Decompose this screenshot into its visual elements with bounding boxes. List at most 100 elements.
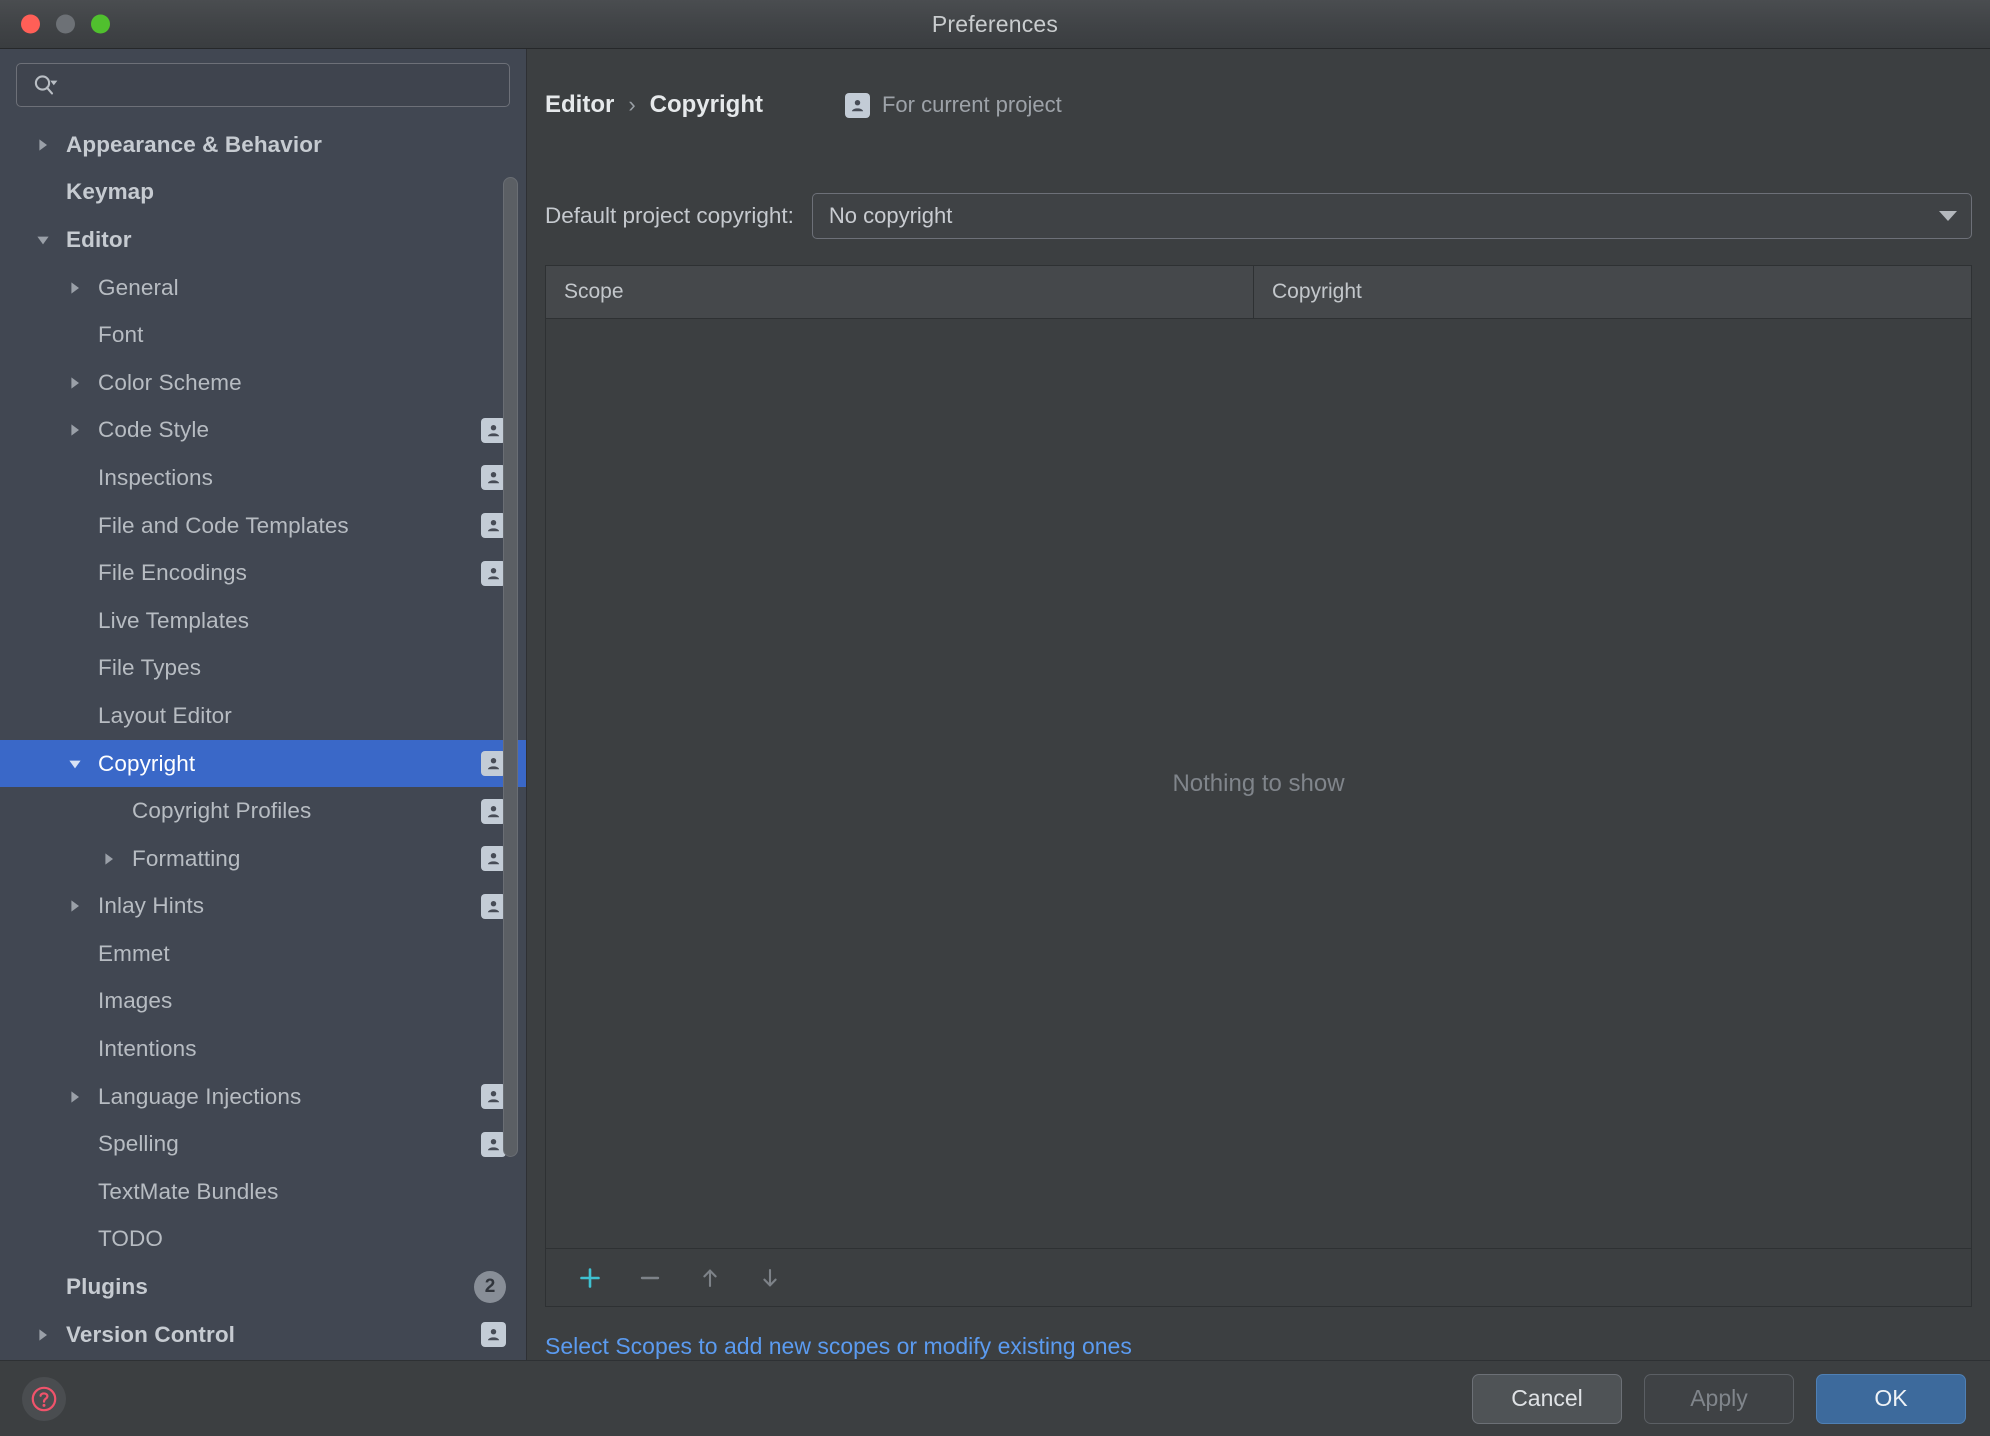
person-badge-icon bbox=[481, 513, 506, 538]
help-button[interactable] bbox=[22, 1377, 66, 1421]
sidebar-item-font[interactable]: Font bbox=[0, 311, 526, 359]
sidebar-item-color-scheme[interactable]: Color Scheme bbox=[0, 359, 526, 407]
sidebar-item-label: Appearance & Behavior bbox=[66, 132, 322, 158]
chevron-right-icon[interactable] bbox=[62, 1089, 88, 1105]
sidebar-item-label: Intentions bbox=[98, 1036, 197, 1062]
sidebar-item-version-control[interactable]: Version Control bbox=[0, 1311, 526, 1359]
sidebar-item-todo[interactable]: TODO bbox=[0, 1216, 526, 1264]
sidebar-item-emmet[interactable]: Emmet bbox=[0, 930, 526, 978]
sidebar-item-plugins[interactable]: Plugins2 bbox=[0, 1263, 526, 1311]
column-header-scope[interactable]: Scope bbox=[546, 266, 1254, 318]
settings-tree[interactable]: Appearance & Behavior Keymap Editor General… bbox=[0, 119, 526, 1360]
zoom-window-button[interactable] bbox=[91, 15, 110, 34]
chevron-right-icon[interactable] bbox=[30, 1327, 56, 1343]
sidebar-item-label: General bbox=[98, 275, 179, 301]
add-scope-button[interactable] bbox=[564, 1255, 616, 1301]
sidebar-item-general[interactable]: General bbox=[0, 264, 526, 312]
sidebar-item-formatting[interactable]: Formatting bbox=[0, 835, 526, 883]
sidebar-item-label: Font bbox=[98, 322, 143, 348]
sidebar-item-label: Code Style bbox=[98, 417, 209, 443]
ok-button[interactable]: OK bbox=[1816, 1374, 1966, 1424]
sidebar-item-label: Keymap bbox=[66, 179, 154, 205]
sidebar-item-label: Inlay Hints bbox=[98, 893, 204, 919]
person-badge-icon bbox=[481, 799, 506, 824]
scopes-table-body[interactable]: Nothing to show bbox=[546, 319, 1971, 1248]
chevron-down-icon bbox=[1939, 211, 1957, 221]
chevron-right-icon[interactable] bbox=[62, 422, 88, 438]
search-input[interactable] bbox=[59, 64, 509, 106]
cancel-button[interactable]: Cancel bbox=[1472, 1374, 1622, 1424]
sidebar-item-label: Formatting bbox=[132, 846, 241, 872]
sidebar-item-label: Copyright bbox=[98, 751, 195, 777]
sidebar-item-live-templates[interactable]: Live Templates bbox=[0, 597, 526, 645]
sidebar-item-intentions[interactable]: Intentions bbox=[0, 1025, 526, 1073]
sidebar-item-copyright-profiles[interactable]: Copyright Profiles bbox=[0, 787, 526, 835]
search-container bbox=[0, 49, 526, 119]
sidebar-item-label: TextMate Bundles bbox=[98, 1179, 278, 1205]
column-header-copyright[interactable]: Copyright bbox=[1254, 266, 1971, 318]
default-copyright-row: Default project copyright: No copyright bbox=[545, 105, 1972, 239]
window-controls bbox=[21, 15, 110, 34]
chevron-right-icon[interactable] bbox=[62, 280, 88, 296]
sidebar-item-code-style[interactable]: Code Style bbox=[0, 407, 526, 455]
move-up-button[interactable] bbox=[684, 1255, 736, 1301]
remove-scope-button[interactable] bbox=[624, 1255, 676, 1301]
default-copyright-select[interactable]: No copyright bbox=[812, 193, 1972, 239]
sidebar-item-keymap[interactable]: Keymap bbox=[0, 169, 526, 217]
sidebar-item-file-and-code-templates[interactable]: File and Code Templates bbox=[0, 502, 526, 550]
minimize-window-button[interactable] bbox=[56, 15, 75, 34]
sidebar-item-language-injections[interactable]: Language Injections bbox=[0, 1073, 526, 1121]
window-title: Preferences bbox=[0, 11, 1990, 38]
search-field[interactable] bbox=[16, 63, 510, 107]
sidebar-item-label: TODO bbox=[98, 1226, 163, 1252]
sidebar-item-label: Version Control bbox=[66, 1322, 235, 1348]
chevron-down-icon[interactable] bbox=[30, 232, 56, 248]
select-scopes-link[interactable]: Select Scopes to add new scopes or modif… bbox=[545, 1333, 1132, 1359]
sidebar-item-copyright[interactable]: Copyright bbox=[0, 740, 526, 788]
chevron-right-icon[interactable] bbox=[62, 898, 88, 914]
scopes-table-toolbar bbox=[546, 1248, 1971, 1306]
person-badge-icon bbox=[481, 1322, 506, 1347]
breadcrumb-row: Editor › Copyright For current project bbox=[527, 49, 1990, 105]
sidebar-item-appearance-and-behavior[interactable]: Appearance & Behavior bbox=[0, 121, 526, 169]
sidebar-item-inspections[interactable]: Inspections bbox=[0, 454, 526, 502]
sidebar-item-editor[interactable]: Editor bbox=[0, 216, 526, 264]
settings-main-panel: Editor › Copyright For current project D… bbox=[527, 49, 1990, 1360]
move-down-button[interactable] bbox=[744, 1255, 796, 1301]
settings-sidebar: Appearance & Behavior Keymap Editor General… bbox=[0, 49, 527, 1360]
chevron-right-icon[interactable] bbox=[62, 375, 88, 391]
person-badge-icon bbox=[481, 846, 506, 871]
search-icon bbox=[33, 74, 59, 96]
sidebar-item-label: Language Injections bbox=[98, 1084, 301, 1110]
sidebar-item-label: Layout Editor bbox=[98, 703, 232, 729]
default-copyright-value: No copyright bbox=[829, 203, 953, 229]
footer-buttons: Cancel Apply OK bbox=[1472, 1374, 1966, 1424]
sidebar-item-label: Live Templates bbox=[98, 608, 249, 634]
sidebar-item-spelling[interactable]: Spelling bbox=[0, 1120, 526, 1168]
person-badge-icon bbox=[481, 1132, 506, 1157]
sidebar-item-label: Emmet bbox=[98, 941, 170, 967]
person-badge-icon bbox=[481, 465, 506, 490]
chevron-down-icon[interactable] bbox=[62, 756, 88, 772]
scopes-link-row: Select Scopes to add new scopes or modif… bbox=[527, 1307, 1990, 1360]
sidebar-item-label: Inspections bbox=[98, 465, 213, 491]
sidebar-item-file-types[interactable]: File Types bbox=[0, 645, 526, 693]
person-badge-icon bbox=[481, 1084, 506, 1109]
sidebar-item-layout-editor[interactable]: Layout Editor bbox=[0, 692, 526, 740]
sidebar-item-inlay-hints[interactable]: Inlay Hints bbox=[0, 883, 526, 931]
person-badge-icon bbox=[481, 751, 506, 776]
sidebar-item-file-encodings[interactable]: File Encodings bbox=[0, 549, 526, 597]
sidebar-item-label: File Types bbox=[98, 655, 201, 681]
chevron-right-icon[interactable] bbox=[96, 851, 122, 867]
preferences-window: Preferences Appearance & BehaviorKe bbox=[0, 0, 1990, 1436]
person-badge-icon bbox=[481, 894, 506, 919]
sidebar-item-textmate-bundles[interactable]: TextMate Bundles bbox=[0, 1168, 526, 1216]
sidebar-item-label: File Encodings bbox=[98, 560, 247, 586]
chevron-right-icon[interactable] bbox=[30, 137, 56, 153]
apply-button[interactable]: Apply bbox=[1644, 1374, 1794, 1424]
close-window-button[interactable] bbox=[21, 15, 40, 34]
default-copyright-label: Default project copyright: bbox=[545, 203, 794, 229]
sidebar-item-label: Editor bbox=[66, 227, 132, 253]
sidebar-item-images[interactable]: Images bbox=[0, 978, 526, 1026]
sidebar-item-label: Spelling bbox=[98, 1131, 179, 1157]
